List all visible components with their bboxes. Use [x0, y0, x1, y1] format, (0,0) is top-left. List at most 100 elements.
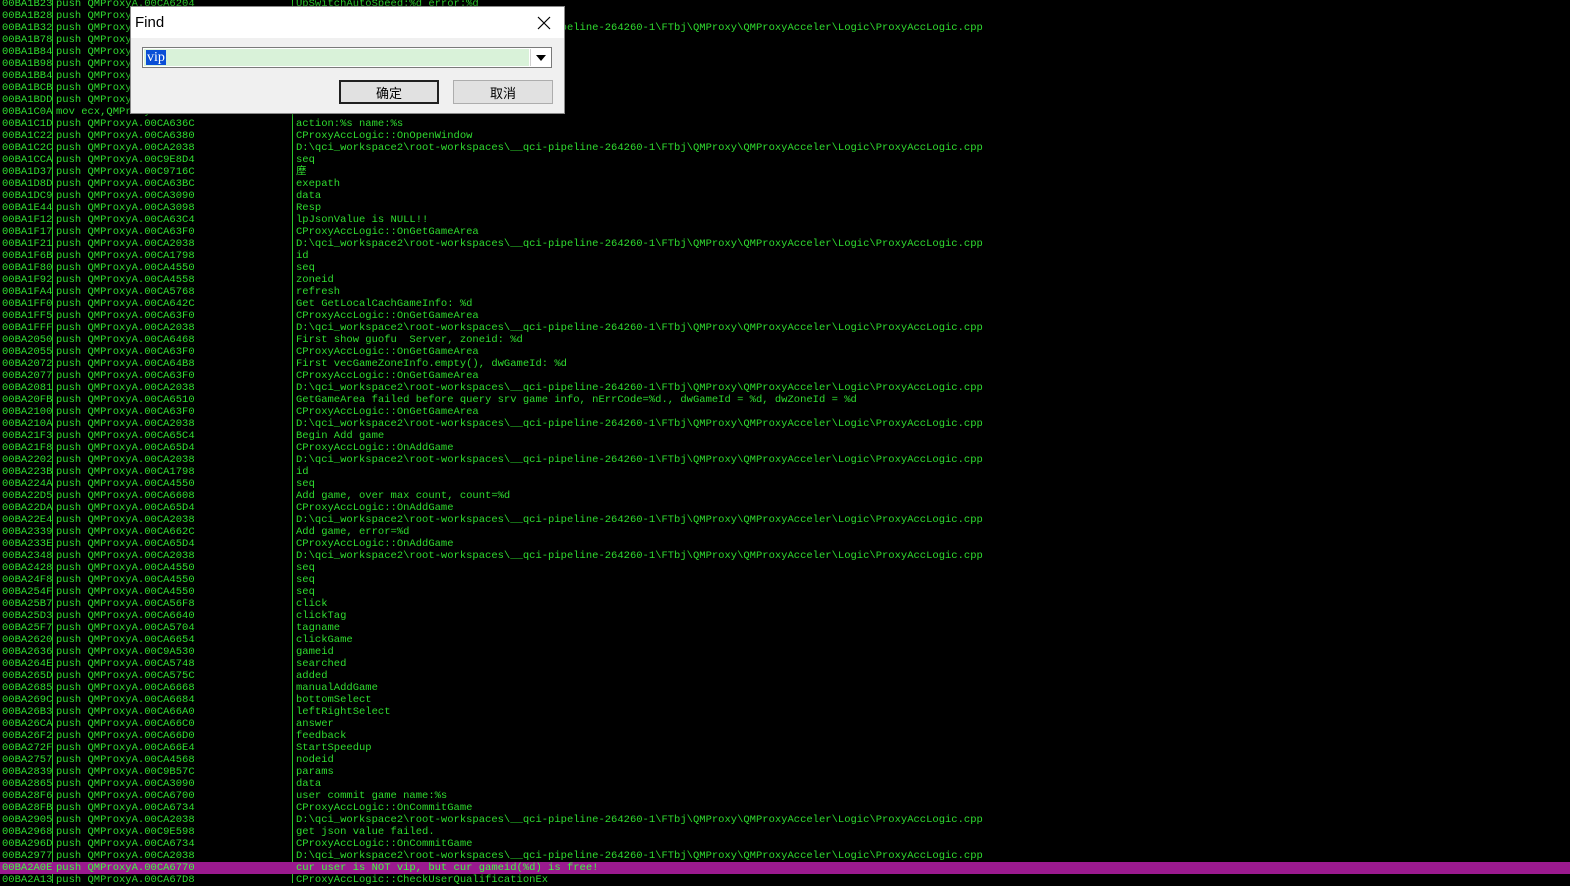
listing-row[interactable]: 00BA22DA push QMProxyA.00CA65D4 CProxyAccL…	[0, 502, 1570, 514]
row-address: 00BA2339	[2, 526, 53, 538]
listing-row[interactable]: 00BA1FA4 push QMProxyA.00CA5768 refresh	[0, 286, 1570, 298]
listing-row[interactable]: 00BA21F3 push QMProxyA.00CA65C4 Begin Add …	[0, 430, 1570, 442]
listing-row[interactable]: 00BA2757 push QMProxyA.00CA4568 nodeid	[0, 754, 1570, 766]
row-string: cur user is NOT vip, but cur gameid(%d) …	[296, 862, 599, 874]
listing-row[interactable]: 00BA1D37 push QMProxyA.00C9716C 塺	[0, 166, 1570, 178]
listing-row[interactable]: 00BA2348 push QMProxyA.00CA2038 D:\qci_wor…	[0, 550, 1570, 562]
listing-row[interactable]: 00BA1C22 push QMProxyA.00CA6380 CProxyAccL…	[0, 130, 1570, 142]
listing-row[interactable]: 00BA233E push QMProxyA.00CA65D4 CProxyAccL…	[0, 538, 1570, 550]
row-address: 00BA272F	[2, 742, 53, 754]
listing-row[interactable]: 00BA28FB push QMProxyA.00CA6734 CProxyAccL…	[0, 802, 1570, 814]
listing-row[interactable]: 00BA1F6B push QMProxyA.00CA1798 id	[0, 250, 1570, 262]
search-combobox[interactable]: vip	[142, 47, 552, 68]
listing-row[interactable]: 00BA1D8D push QMProxyA.00CA63BC exepath	[0, 178, 1570, 190]
ok-button[interactable]: 确定	[339, 80, 439, 104]
row-disassembly: push QMProxyA.00CA63F0	[56, 370, 195, 382]
row-address: 00BA1FA4	[2, 286, 53, 298]
row-disassembly: push QMProxyA.00CA2038	[56, 238, 195, 250]
row-disassembly: push QMProxyA.00CA4550	[56, 478, 195, 490]
listing-row[interactable]: 00BA2685 push QMProxyA.00CA6668 manualAddG…	[0, 682, 1570, 694]
listing-row[interactable]: 00BA296D push QMProxyA.00CA6734 CProxyAccL…	[0, 838, 1570, 850]
listing-row[interactable]: 00BA1FFF push QMProxyA.00CA2038 D:\qci_wor…	[0, 322, 1570, 334]
row-address: 00BA2636	[2, 646, 53, 658]
row-address: 00BA24F8	[2, 574, 53, 586]
listing-row[interactable]: 00BA272F push QMProxyA.00CA66E4 StartSpeed…	[0, 742, 1570, 754]
listing-row[interactable]: 00BA1F17 push QMProxyA.00CA63F0 CProxyAccL…	[0, 226, 1570, 238]
listing-row[interactable]: 00BA2202 push QMProxyA.00CA2038 D:\qci_wor…	[0, 454, 1570, 466]
row-disassembly: push QMProxyA.00CA66D0	[56, 730, 195, 742]
row-string: CProxyAccLogic::OnAddGame	[296, 538, 454, 550]
listing-row[interactable]: 00BA22E4 push QMProxyA.00CA2038 D:\qci_wor…	[0, 514, 1570, 526]
row-address: 00BA2A13	[2, 874, 53, 886]
listing-row[interactable]: 00BA2A13 push QMProxyA.00CA67D8 CProxyAccL…	[0, 874, 1570, 886]
listing-row-selected[interactable]: 00BA2A0E push QMProxyA.00CA6770 cur user i…	[0, 862, 1570, 874]
listing-row[interactable]: 00BA28F6 push QMProxyA.00CA6700 user commi…	[0, 790, 1570, 802]
listing-row[interactable]: 00BA2081 push QMProxyA.00CA2038 D:\qci_wor…	[0, 382, 1570, 394]
listing-row[interactable]: 00BA1C1D push QMProxyA.00CA636C action:%s …	[0, 118, 1570, 130]
listing-row[interactable]: 00BA1F21 push QMProxyA.00CA2038 D:\qci_wor…	[0, 238, 1570, 250]
listing-row[interactable]: 00BA1FF0 push QMProxyA.00CA642C Get GetLoc…	[0, 298, 1570, 310]
listing-row[interactable]: 00BA2428 push QMProxyA.00CA4550 seq	[0, 562, 1570, 574]
row-disassembly: push QMProxyA.00CA2038	[56, 454, 195, 466]
listing-row[interactable]: 00BA224A push QMProxyA.00CA4550 seq	[0, 478, 1570, 490]
row-string: action:%s name:%s	[296, 118, 404, 130]
listing-row[interactable]: 00BA25F7 push QMProxyA.00CA5704 tagname	[0, 622, 1570, 634]
listing-row[interactable]: 00BA1F80 push QMProxyA.00CA4550 seq	[0, 262, 1570, 274]
listing-row[interactable]: 00BA265D push QMProxyA.00CA575C added	[0, 670, 1570, 682]
listing-row[interactable]: 00BA254F push QMProxyA.00CA4550 seq	[0, 586, 1570, 598]
listing-row[interactable]: 00BA26CA push QMProxyA.00CA66C0 answer	[0, 718, 1570, 730]
listing-row[interactable]: 00BA2055 push QMProxyA.00CA63F0 CProxyAccL…	[0, 346, 1570, 358]
cancel-button[interactable]: 取消	[453, 80, 553, 104]
listing-row[interactable]: 00BA25D3 push QMProxyA.00CA6640 clickTag	[0, 610, 1570, 622]
listing-row[interactable]: 00BA2620 push QMProxyA.00CA6654 clickGame	[0, 634, 1570, 646]
listing-row[interactable]: 00BA1CCA push QMProxyA.00C9E8D4 seq	[0, 154, 1570, 166]
row-address: 00BA1B28	[2, 10, 53, 22]
row-address: 00BA224A	[2, 478, 53, 490]
listing-row[interactable]: 00BA210A push QMProxyA.00CA2038 D:\qci_wor…	[0, 418, 1570, 430]
row-disassembly: push QMProxyA.00CA1798	[56, 466, 195, 478]
listing-row[interactable]: 00BA1F12 push QMProxyA.00CA63C4 lpJsonValu…	[0, 214, 1570, 226]
listing-row[interactable]: 00BA26B3 push QMProxyA.00CA66A0 leftRightS…	[0, 706, 1570, 718]
listing-row[interactable]: 00BA2636 push QMProxyA.00C9A530 gameid	[0, 646, 1570, 658]
listing-row[interactable]: 00BA1E44 push QMProxyA.00CA3098 Resp	[0, 202, 1570, 214]
listing-row[interactable]: 00BA223B push QMProxyA.00CA1798 id	[0, 466, 1570, 478]
listing-row[interactable]: 00BA2072 push QMProxyA.00CA64B8 First vecG…	[0, 358, 1570, 370]
listing-row[interactable]: 00BA20FB push QMProxyA.00CA6510 GetGameAre…	[0, 394, 1570, 406]
listing-row[interactable]: 00BA26F2 push QMProxyA.00CA66D0 feedback	[0, 730, 1570, 742]
row-string: user commit game name:%s	[296, 790, 448, 802]
listing-row[interactable]: 00BA24F8 push QMProxyA.00CA4550 seq	[0, 574, 1570, 586]
dropdown-button[interactable]	[530, 49, 550, 66]
listing-row[interactable]: 00BA2339 push QMProxyA.00CA662C Add game, …	[0, 526, 1570, 538]
listing-row[interactable]: 00BA22D5 push QMProxyA.00CA6608 Add game, …	[0, 490, 1570, 502]
listing-row[interactable]: 00BA269C push QMProxyA.00CA6684 bottomSele…	[0, 694, 1570, 706]
listing-row[interactable]: 00BA2100 push QMProxyA.00CA63F0 CProxyAccL…	[0, 406, 1570, 418]
search-input[interactable]	[144, 49, 529, 66]
row-address: 00BA233E	[2, 538, 53, 550]
find-dialog-titlebar[interactable]: Find	[131, 7, 564, 38]
listing-row[interactable]: 00BA2968 push QMProxyA.00C9E598 get json v…	[0, 826, 1570, 838]
listing-row[interactable]: 00BA1C2C push QMProxyA.00CA2038 D:\qci_wor…	[0, 142, 1570, 154]
row-string: D:\qci_workspace2\root-workspaces\__qci-…	[296, 238, 983, 250]
row-string: GetGameArea failed before query srv game…	[296, 394, 857, 406]
row-disassembly: push QMProxyA.00CA575C	[56, 670, 195, 682]
row-string: seq	[296, 574, 315, 586]
close-button[interactable]	[528, 10, 560, 35]
row-address: 00BA1F6B	[2, 250, 53, 262]
listing-row[interactable]: 00BA2977 push QMProxyA.00CA2038 D:\qci_wor…	[0, 850, 1570, 862]
listing-row[interactable]: 00BA2077 push QMProxyA.00CA63F0 CProxyAccL…	[0, 370, 1570, 382]
listing-row[interactable]: 00BA2865 push QMProxyA.00CA3090 data	[0, 778, 1570, 790]
row-disassembly: push QMProxyA.00CA65D4	[56, 538, 195, 550]
listing-row[interactable]: 00BA21F8 push QMProxyA.00CA65D4 CProxyAccL…	[0, 442, 1570, 454]
listing-row[interactable]: 00BA1DC9 push QMProxyA.00CA3090 data	[0, 190, 1570, 202]
row-string: Add game, error=%d	[296, 526, 410, 538]
listing-row[interactable]: 00BA1FF5 push QMProxyA.00CA63F0 CProxyAccL…	[0, 310, 1570, 322]
listing-row[interactable]: 00BA1F92 push QMProxyA.00CA4558 zoneid	[0, 274, 1570, 286]
disassembly-string-list[interactable]: 00BA1B23 push QMProxyA.00CA6204 UpSwitchAu…	[0, 0, 1570, 886]
row-disassembly: push QMProxyA.00C9A530	[56, 646, 195, 658]
listing-row[interactable]: 00BA264E push QMProxyA.00CA5748 searched	[0, 658, 1570, 670]
listing-row[interactable]: 00BA25B7 push QMProxyA.00CA56F8 click	[0, 598, 1570, 610]
listing-row[interactable]: 00BA2905 push QMProxyA.00CA2038 D:\qci_wor…	[0, 814, 1570, 826]
listing-row[interactable]: 00BA2050 push QMProxyA.00CA6468 First show…	[0, 334, 1570, 346]
row-address: 00BA1E44	[2, 202, 53, 214]
listing-row[interactable]: 00BA2839 push QMProxyA.00C9B57C params	[0, 766, 1570, 778]
